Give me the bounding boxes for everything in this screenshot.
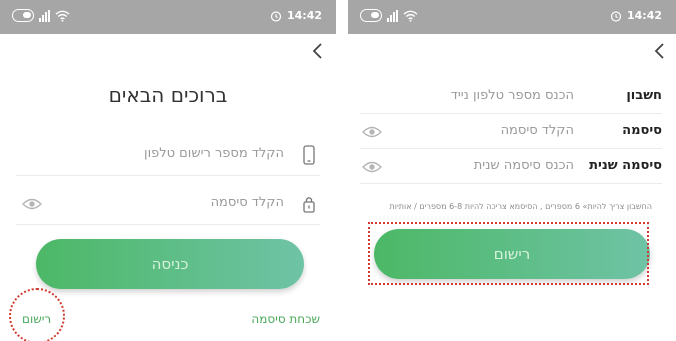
account-field[interactable]: חשבון הכנס מספר טלפון נייד [360,80,662,114]
back-icon[interactable] [310,41,326,61]
status-time-group: 14:42 [610,9,662,22]
alarm-icon [610,10,622,22]
requirements-hint: החשבון צריך להיות» 6 מספרים , הסיסמא צרי… [389,202,652,211]
register-button[interactable]: רישום [374,229,650,279]
password-field[interactable]: הקלד סיסמה [16,185,320,225]
welcome-title: ברוכים הבאים [108,83,228,107]
account-label: חשבון [626,88,662,103]
battery-icon [12,9,34,22]
wifi-icon [55,10,70,22]
eye-icon[interactable] [22,197,42,211]
signal-icon [39,9,50,22]
confirm-password-field[interactable]: סיסמה שנית הכנס סיסמה שנית [360,150,662,184]
lock-icon [303,197,315,213]
forgot-password-link[interactable]: שכחת סיסמה [251,312,320,326]
status-bar: 14:42 [348,0,676,34]
account-input[interactable]: הכנס מספר טלפון נייד [451,88,574,103]
signal-icon [387,9,398,22]
phone-input[interactable]: הקלד מספר רישום טלפון [144,146,284,161]
register-link[interactable]: רישום [22,312,51,326]
status-icons [360,9,418,22]
phone-field[interactable]: הקלד מספר רישום טלפון [16,136,320,176]
login-button[interactable]: כניסה [36,239,304,289]
eye-icon[interactable] [362,125,382,139]
phone-icon [303,145,315,165]
wifi-icon [403,10,418,22]
password-label: סיסמה [622,123,662,138]
back-icon[interactable] [652,41,668,61]
alarm-icon [270,10,282,22]
status-time: 14:42 [626,9,662,22]
battery-icon [360,9,382,22]
password-input[interactable]: הקלד סיסמה [501,123,574,138]
status-bar: 14:42 [0,0,336,34]
password-field[interactable]: סיסמה הקלד סיסמה [360,115,662,149]
register-screen: 14:42 חשבון הכנס מספר טלפון נייד סיסמה ה… [348,0,676,341]
eye-icon[interactable] [362,160,382,174]
password-input[interactable]: הקלד סיסמה [211,195,284,210]
confirm-password-input[interactable]: הכנס סיסמה שנית [474,158,574,173]
confirm-password-label: סיסמה שנית [589,158,662,173]
status-time: 14:42 [286,9,322,22]
login-screen: 14:42 ברוכים הבאים הקלד מספר רישום טלפון… [0,0,336,341]
status-icons [12,9,70,22]
status-time-group: 14:42 [270,9,322,22]
